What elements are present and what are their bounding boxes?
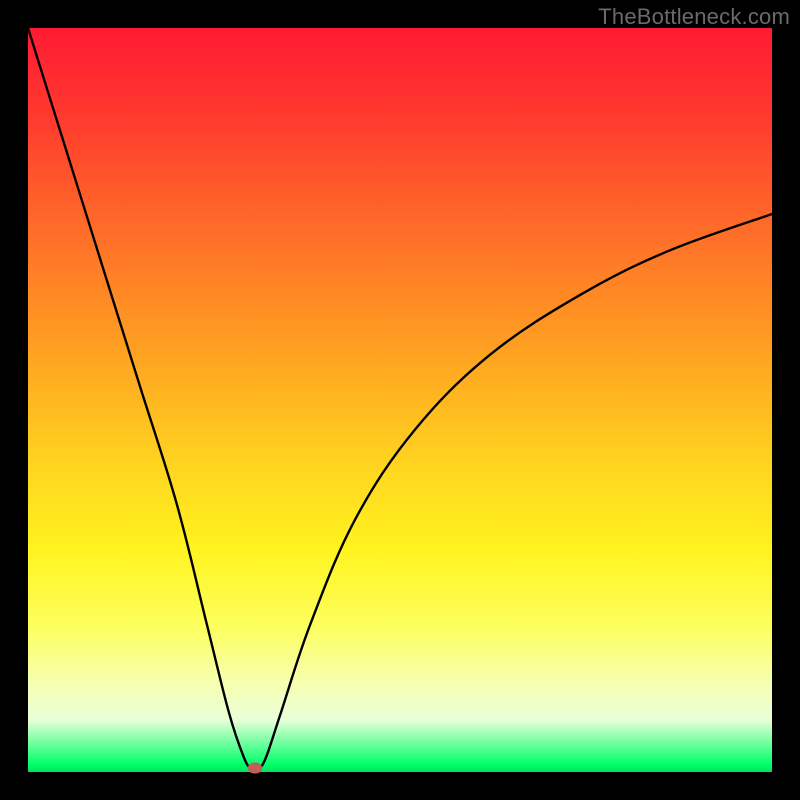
curve-svg — [28, 28, 772, 772]
bottleneck-curve — [28, 28, 772, 770]
optimum-marker — [248, 763, 262, 774]
watermark-text: TheBottleneck.com — [598, 4, 790, 30]
plot-area — [28, 28, 772, 772]
chart-frame: TheBottleneck.com — [0, 0, 800, 800]
